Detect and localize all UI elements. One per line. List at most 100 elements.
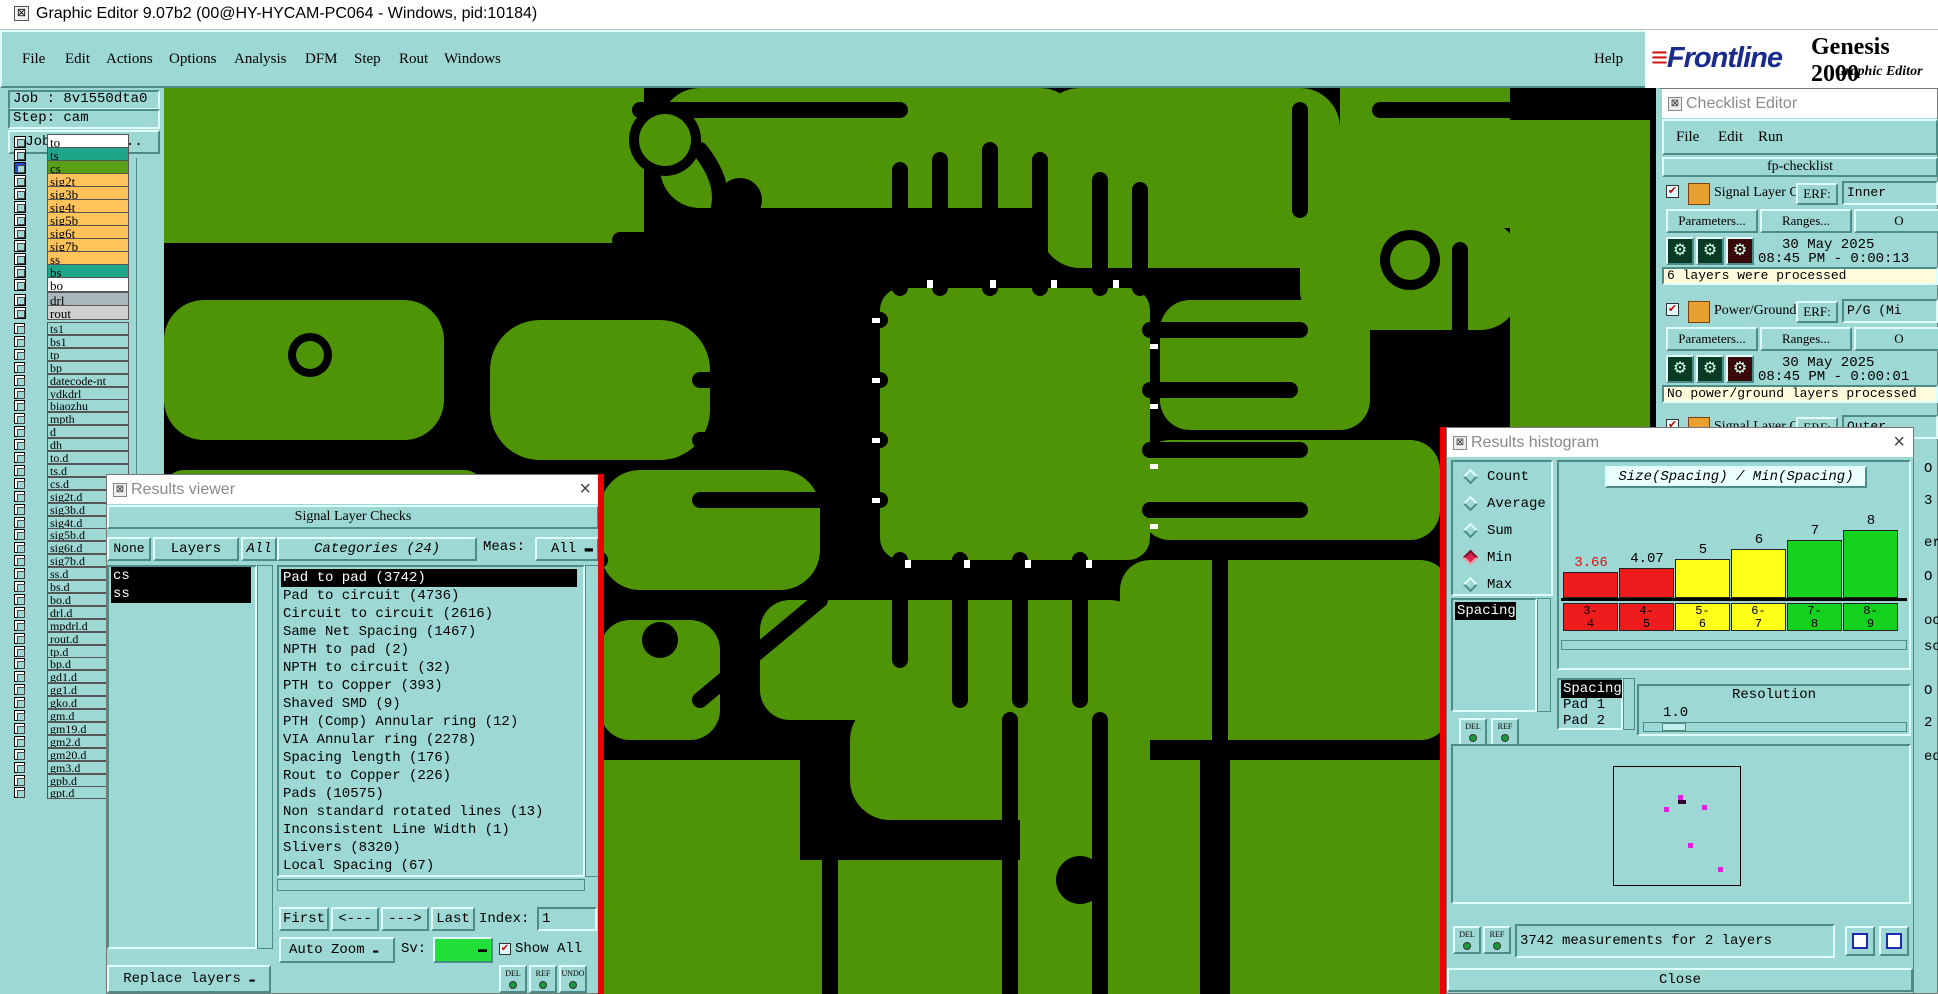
close-icon[interactable]: ×	[1893, 428, 1905, 457]
layer-checkbox[interactable]	[14, 710, 25, 721]
histogram-bar[interactable]	[1787, 540, 1842, 598]
layer-checkbox[interactable]	[14, 348, 25, 360]
none-button[interactable]: None	[107, 537, 151, 561]
ranges-button[interactable]: Ranges...	[1760, 209, 1852, 233]
erf-value[interactable]: Inner	[1842, 181, 1938, 205]
mode-radio-average[interactable]: Average	[1462, 493, 1546, 515]
mode-radio-sum[interactable]: Sum	[1462, 520, 1512, 542]
layer-checkbox[interactable]	[14, 542, 25, 554]
layer-row[interactable]: dh	[14, 438, 130, 452]
layer-checkbox[interactable]	[14, 529, 25, 541]
action-name[interactable]: Power/Ground C	[1714, 303, 1809, 319]
layer-checkbox[interactable]	[14, 761, 25, 773]
histogram-bar[interactable]	[1563, 572, 1618, 598]
replace-layers-dropdown[interactable]: Replace layers ▬	[107, 965, 271, 993]
layer-checkbox[interactable]	[14, 645, 25, 657]
layer-preview-thumbnail[interactable]	[1613, 766, 1741, 886]
layer-checkbox[interactable]	[14, 374, 25, 386]
layer-row[interactable]: ydkdrl	[14, 386, 130, 400]
histogram-bar[interactable]	[1675, 559, 1730, 598]
category-item[interactable]: Non standard rotated lines (13)	[281, 803, 577, 821]
next-button[interactable]: --->	[381, 907, 429, 931]
category-item[interactable]: PTH (Comp) Annular ring (12)	[281, 713, 577, 731]
checklist-titlebar[interactable]: ⊠ Checklist Editor	[1662, 89, 1937, 118]
ranges-button[interactable]: Ranges...	[1760, 327, 1852, 351]
category-item[interactable]: NPTH to circuit (32)	[281, 659, 577, 677]
menu-rout[interactable]: Rout	[399, 51, 428, 68]
layer-checkbox[interactable]	[14, 503, 25, 515]
all-button[interactable]: All	[241, 537, 277, 561]
run-icon[interactable]: ⚙	[1666, 355, 1694, 383]
resolution-slider[interactable]	[1643, 722, 1907, 732]
prev-button[interactable]: <---	[331, 907, 379, 931]
layer-checkbox[interactable]	[14, 748, 25, 760]
layer-checkbox[interactable]	[14, 658, 25, 670]
layer-checkbox[interactable]	[14, 452, 25, 463]
sub-item-pad2[interactable]: Pad 2	[1561, 712, 1605, 730]
layer-row[interactable]: ts1	[14, 322, 130, 335]
layer-checkbox[interactable]	[14, 279, 26, 291]
layer-checkbox[interactable]	[14, 568, 25, 580]
category-item[interactable]: Pad to pad (3742)	[281, 569, 577, 587]
del-icon[interactable]: DEL	[1459, 718, 1487, 746]
category-item[interactable]: Pads (10575)	[281, 785, 577, 803]
auto-zoom-dropdown[interactable]: Auto Zoom ▬	[279, 937, 395, 963]
sub-attribute-scrollbar[interactable]	[1623, 678, 1635, 730]
erf-value[interactable]: P/G (Mi	[1842, 299, 1938, 323]
layer-checkbox[interactable]	[14, 619, 25, 631]
parameters-button[interactable]: Parameters...	[1666, 327, 1758, 351]
layer-checkbox[interactable]	[14, 426, 25, 438]
layer-checkbox[interactable]	[14, 671, 25, 683]
menu-actions[interactable]: Actions	[106, 51, 153, 68]
layer-checkbox[interactable]	[14, 581, 25, 592]
layer-row[interactable]: datecode-nt	[14, 373, 130, 387]
layer-checkbox[interactable]	[14, 387, 25, 399]
layers-scrollbar[interactable]	[257, 565, 273, 949]
category-item[interactable]: NPTH to pad (2)	[281, 641, 577, 659]
layer-checkbox[interactable]	[14, 555, 25, 567]
checklist-menu-file[interactable]: File	[1676, 129, 1699, 146]
results-viewer-titlebar[interactable]: ⊠ Results viewer ×	[107, 475, 599, 504]
layer-checkbox[interactable]	[14, 335, 25, 347]
layer-item-ss[interactable]: ss	[111, 585, 251, 603]
last-button[interactable]: Last	[431, 907, 475, 931]
histogram-hscrollbar[interactable]	[1561, 640, 1907, 650]
layer-checkbox[interactable]	[14, 439, 25, 451]
sv-color-dropdown[interactable]: ▬	[433, 937, 493, 963]
extra-button[interactable]: O	[1854, 209, 1938, 233]
category-item[interactable]: Rout to Copper (226)	[281, 767, 577, 785]
first-button[interactable]: First	[279, 907, 329, 931]
checklist-menu-run[interactable]: Run	[1758, 129, 1783, 146]
histogram-bar[interactable]	[1731, 549, 1786, 598]
del-icon[interactable]: DEL	[1453, 926, 1481, 954]
del-icon[interactable]: DEL	[499, 965, 527, 993]
index-input[interactable]: 1	[537, 907, 597, 931]
stop-icon[interactable]: ⚙	[1726, 237, 1754, 265]
ref-icon[interactable]: REF	[1483, 926, 1511, 954]
layer-checkbox[interactable]	[14, 516, 25, 528]
layer-checkbox[interactable]	[14, 735, 25, 747]
menu-file[interactable]: File	[22, 51, 45, 68]
checklist-menu-edit[interactable]: Edit	[1718, 129, 1743, 146]
layer-checkbox[interactable]	[14, 323, 25, 334]
mode-radio-max[interactable]: Max	[1462, 574, 1512, 596]
category-item[interactable]: Circuit to circuit (2616)	[281, 605, 577, 623]
layer-row[interactable]: tp	[14, 347, 130, 361]
layer-row[interactable]: bp	[14, 360, 130, 374]
layer-row[interactable]: rout	[14, 305, 130, 320]
category-item[interactable]: Slivers (8320)	[281, 839, 577, 857]
menu-windows[interactable]: Windows	[444, 51, 501, 68]
layer-checkbox[interactable]	[14, 774, 25, 786]
layer-row[interactable]: to.d	[14, 451, 130, 464]
layer-checkbox[interactable]	[14, 632, 25, 644]
layer-checkbox[interactable]	[14, 722, 25, 734]
layer-checkbox[interactable]	[14, 697, 25, 709]
histogram-bar[interactable]	[1843, 530, 1898, 598]
attribute-scrollbar[interactable]	[1537, 598, 1551, 712]
mode-radio-count[interactable]: Count	[1462, 466, 1529, 488]
category-item[interactable]: Shaved SMD (9)	[281, 695, 577, 713]
layer-row[interactable]: d	[14, 425, 130, 439]
layer-checkbox[interactable]	[14, 477, 25, 489]
graph-icon[interactable]	[1845, 926, 1875, 956]
action-name[interactable]: Signal Layer Ch	[1714, 185, 1806, 201]
